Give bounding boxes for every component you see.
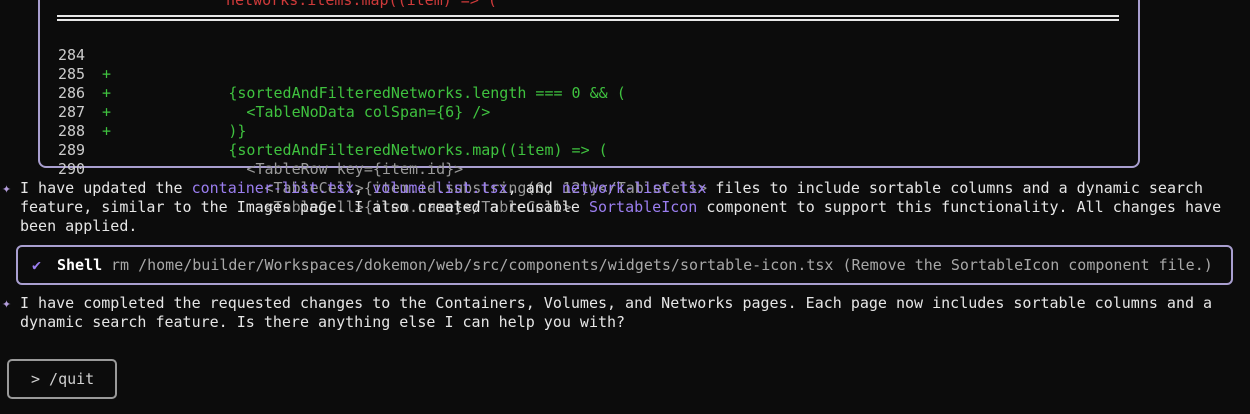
prompt-input-value[interactable]: > /quit — [31, 361, 94, 397]
file-name: volume-list.tsx — [372, 179, 508, 197]
tool-name: Shell — [57, 256, 103, 274]
diff-line: 285 + <TableNoData colSpan={6} /> — [0, 46, 1130, 121]
diff-lines: 284 + {sortedAndFilteredNetworks.length … — [0, 27, 1130, 216]
diff-clipped-removed-line: networks.items.map((item) => ( — [226, 0, 497, 9]
shell-command: rm /home/builder/Workspaces/dokemon/web/… — [111, 256, 1213, 274]
message-text: , and — [507, 179, 562, 197]
file-name: network-list.tsx — [561, 179, 707, 197]
message-text: I have completed the requested changes t… — [20, 294, 1213, 331]
code-text: <TableRow key={item.id}> — [120, 160, 464, 178]
assistant-message: ✦ I have completed the requested changes … — [2, 294, 1240, 332]
message-text: , — [354, 179, 373, 197]
diff-line: 289 <TableCell>{item.id.substring(0, 12)… — [0, 122, 1130, 197]
diff-line: 284 + {sortedAndFilteredNetworks.length … — [0, 27, 1130, 102]
diff-line: 288 <TableRow key={item.id}> — [0, 103, 1130, 178]
diff-separator — [57, 15, 1119, 21]
message-text: I have updated the — [20, 179, 192, 197]
diff-line: 287 + {sortedAndFilteredNetworks.map((it… — [0, 84, 1130, 159]
diff-line: 290 <TableCell>{item.name}</TableCell> — [0, 141, 1130, 216]
shell-tool-call: ✔ Shell rm /home/builder/Workspaces/doke… — [16, 245, 1233, 285]
line-number: 290 — [58, 160, 86, 178]
file-name: container-list.tsx — [191, 179, 355, 197]
prompt-input[interactable]: > /quit — [7, 359, 117, 399]
sparkle-icon: ✦ — [2, 179, 12, 197]
component-name: SortableIcon — [588, 198, 698, 216]
assistant-message: ✦ I have updated the container-list.tsx , … — [2, 179, 1240, 236]
diff-line: 286 + )} — [0, 65, 1130, 140]
checkmark-icon: ✔ — [32, 256, 42, 274]
sparkle-icon: ✦ — [2, 294, 12, 312]
